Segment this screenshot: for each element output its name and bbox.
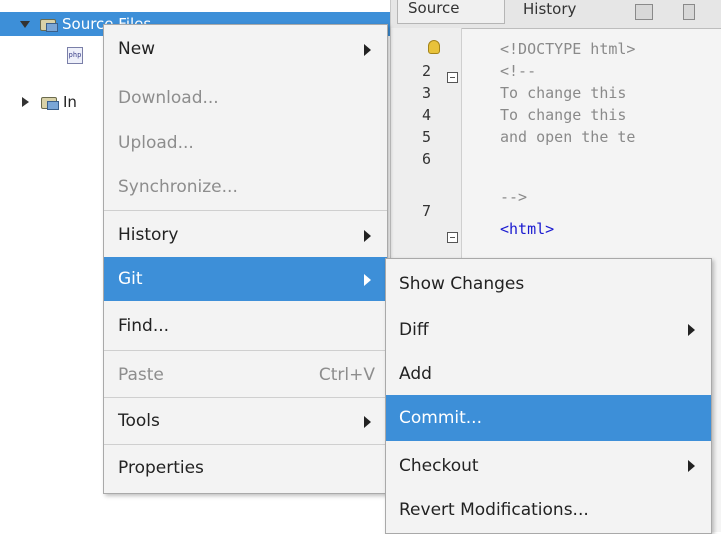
- menu-item-properties[interactable]: Properties: [104, 446, 387, 490]
- line-number: 2: [421, 62, 431, 80]
- menu-item-label: Git: [118, 269, 143, 289]
- menu-item-label: Find...: [118, 316, 170, 336]
- menu-item-git[interactable]: Git: [104, 257, 387, 301]
- tree-node-include-path[interactable]: In: [0, 90, 77, 114]
- menu-item-label: Revert Modifications...: [399, 500, 589, 520]
- submenu-item-checkout[interactable]: Checkout: [386, 443, 711, 489]
- submenu-item-diff[interactable]: Diff: [386, 307, 711, 353]
- menu-item-paste[interactable]: Paste Ctrl+V: [104, 353, 387, 397]
- collapse-arrow-icon[interactable]: [22, 97, 29, 107]
- submenu-arrow-icon: [364, 274, 371, 286]
- menu-item-label: Add: [399, 364, 432, 384]
- tree-node-label: In: [63, 93, 77, 111]
- line-number: 6: [421, 150, 431, 168]
- expand-arrow-icon[interactable]: [20, 20, 30, 28]
- menu-item-history[interactable]: History: [104, 213, 387, 257]
- menu-item-label: Diff: [399, 320, 429, 340]
- toolbar-icon[interactable]: [635, 4, 653, 20]
- php-file-icon[interactable]: php: [67, 47, 83, 64]
- fold-toggle-icon[interactable]: [447, 232, 458, 243]
- menu-item-label: Properties: [118, 458, 204, 478]
- tab-history[interactable]: History: [513, 0, 613, 24]
- menu-item-label: Commit...: [399, 408, 482, 428]
- code-line: <!--: [500, 62, 537, 80]
- submenu-item-commit[interactable]: Commit...: [386, 395, 711, 441]
- library-icon: [41, 95, 59, 110]
- menu-item-label: Download...: [118, 88, 219, 108]
- menu-item-new[interactable]: New: [104, 27, 387, 71]
- shortcut-label: Ctrl+V: [318, 365, 375, 385]
- menu-item-synchronize[interactable]: Synchronize...: [104, 165, 387, 209]
- menu-separator: [104, 210, 387, 211]
- line-number: 5: [421, 128, 431, 146]
- menu-item-label: Tools: [118, 411, 160, 431]
- menu-item-label: Show Changes: [399, 274, 525, 294]
- context-menu: New Download... Upload... Synchronize...…: [103, 24, 388, 494]
- editor-toolbar: Source History: [391, 0, 721, 29]
- code-line: <html>: [500, 220, 555, 238]
- submenu-arrow-icon: [364, 44, 371, 56]
- submenu-arrow-icon: [364, 416, 371, 428]
- folder-icon: [40, 17, 58, 32]
- code-line: To change this: [500, 84, 627, 102]
- submenu-arrow-icon: [364, 230, 371, 242]
- submenu-item-revert-modifications[interactable]: Revert Modifications...: [386, 487, 711, 533]
- tab-source[interactable]: Source: [397, 0, 505, 24]
- code-line: -->: [500, 188, 528, 206]
- menu-item-label: Synchronize...: [118, 177, 238, 197]
- menu-separator: [104, 444, 387, 445]
- git-submenu: Show Changes Diff Add Commit... Checkout…: [385, 258, 712, 534]
- line-number: 7: [421, 202, 431, 220]
- submenu-item-add[interactable]: Add: [386, 351, 711, 397]
- menu-item-upload[interactable]: Upload...: [104, 121, 387, 165]
- menu-item-label: Upload...: [118, 133, 194, 153]
- toolbar-icon[interactable]: [683, 4, 695, 20]
- code-line: <!DOCTYPE html>: [500, 40, 636, 58]
- fold-toggle-icon[interactable]: [447, 72, 458, 83]
- menu-item-tools[interactable]: Tools: [104, 399, 387, 443]
- submenu-item-show-changes[interactable]: Show Changes: [386, 261, 711, 307]
- code-line: and open the te: [500, 128, 636, 146]
- submenu-arrow-icon: [688, 460, 695, 472]
- code-line: To change this: [500, 106, 627, 124]
- submenu-arrow-icon: [688, 324, 695, 336]
- menu-item-label: Paste: [118, 365, 164, 385]
- menu-item-find[interactable]: Find...: [104, 304, 387, 348]
- menu-item-label: History: [118, 225, 179, 245]
- line-number: 3: [421, 84, 431, 102]
- menu-item-label: New: [118, 39, 156, 59]
- hint-lightbulb-icon[interactable]: [428, 40, 440, 54]
- menu-item-download[interactable]: Download...: [104, 76, 387, 120]
- menu-item-label: Checkout: [399, 456, 479, 476]
- menu-separator: [104, 350, 387, 351]
- menu-separator: [104, 397, 387, 398]
- line-number: 4: [421, 106, 431, 124]
